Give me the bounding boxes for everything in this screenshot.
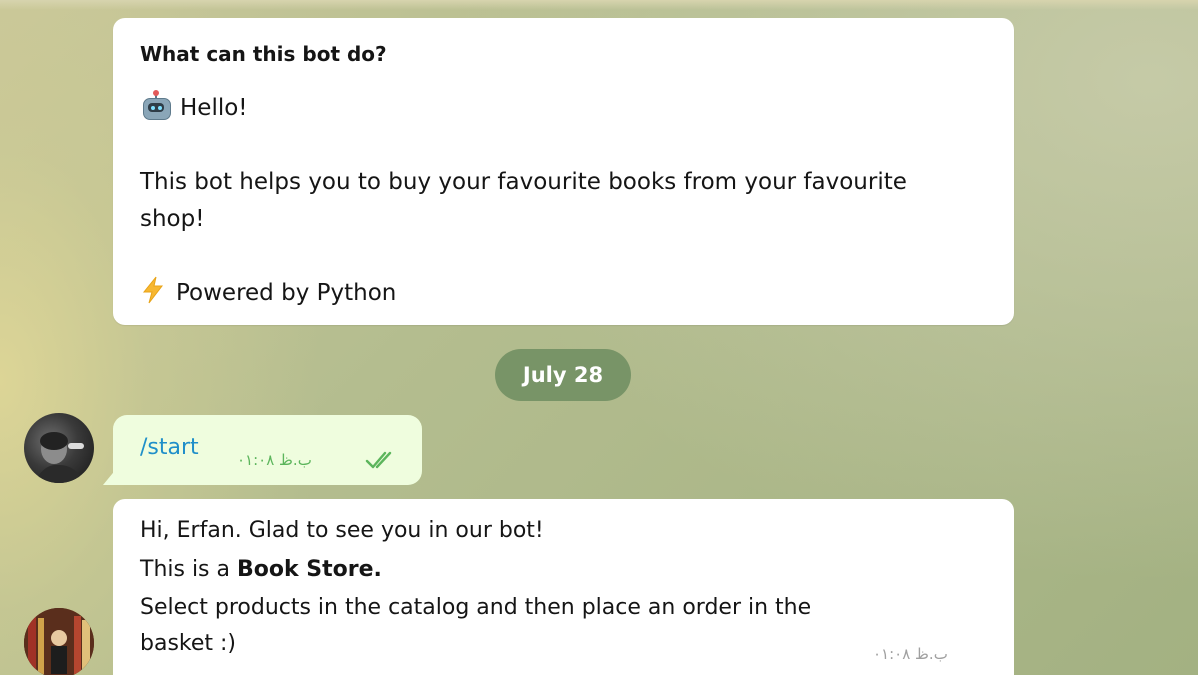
bot-intro-title: What can this bot do? xyxy=(140,42,387,66)
bot-avatar[interactable] xyxy=(24,608,94,675)
start-command-link[interactable]: /start xyxy=(140,435,199,460)
bot-intro-powered-text: Powered by Python xyxy=(176,280,397,306)
bot-intro-card: What can this bot do? Hello! This bot he… xyxy=(113,18,1014,325)
date-separator: July 28 xyxy=(495,349,631,401)
incoming-line-2: This is a Book Store. xyxy=(140,554,382,586)
outgoing-message-time: ب.ظ ۰۱:۰۸ xyxy=(237,451,312,469)
bot-intro-hello-line: Hello! xyxy=(140,90,248,124)
incoming-line-4: basket :) xyxy=(140,631,237,656)
top-fade xyxy=(0,0,1198,10)
chat-area[interactable]: What can this bot do? Hello! This bot he… xyxy=(0,0,1198,675)
bot-intro-description-1: This bot helps you to buy your favourite… xyxy=(140,169,907,195)
robot-icon xyxy=(140,90,172,120)
incoming-message-time: ب.ظ ۰۱:۰۸ xyxy=(873,645,948,663)
incoming-line-3: Select products in the catalog and then … xyxy=(140,595,812,620)
outgoing-message-bubble[interactable]: /start ب.ظ ۰۱:۰۸ xyxy=(113,415,422,485)
bot-avatar-image xyxy=(24,608,94,675)
bot-intro-description-2: shop! xyxy=(140,206,205,232)
lightning-icon xyxy=(142,276,164,304)
user-avatar-image xyxy=(34,432,84,483)
incoming-message-bubble[interactable]: Hi, Erfan. Glad to see you in our bot! T… xyxy=(113,499,1014,675)
incoming-line-2-prefix: This is a xyxy=(140,557,237,582)
book-store-bold: Book Store. xyxy=(237,557,382,582)
incoming-line-1: Hi, Erfan. Glad to see you in our bot! xyxy=(140,518,544,543)
bot-intro-hello-text: Hello! xyxy=(180,95,248,121)
bot-intro-powered-line: Powered by Python xyxy=(140,276,396,309)
user-avatar[interactable] xyxy=(24,413,94,483)
double-check-icon xyxy=(365,451,392,469)
